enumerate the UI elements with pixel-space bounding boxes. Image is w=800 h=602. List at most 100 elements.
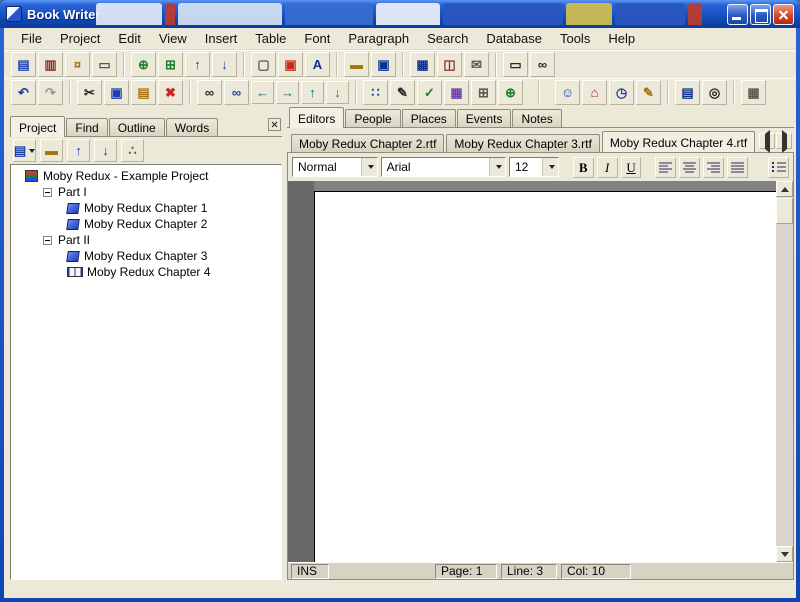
document-page[interactable] [314,191,776,562]
insert-chapter-button[interactable]: ⊕ [131,52,156,77]
organize-button[interactable]: ∴ [121,139,144,162]
copy-button[interactable]: ▣ [104,80,129,105]
tree-item-chapter-1[interactable]: Moby Redux Chapter 1 [11,200,281,216]
maximize-button[interactable] [750,4,771,25]
tab-words[interactable]: Words [166,118,218,136]
numbered-list-button[interactable] [768,157,789,178]
menu-view[interactable]: View [150,29,196,48]
doc-tab-chapter-3[interactable]: Moby Redux Chapter 3.rtf [446,134,599,152]
keyboard-macros-button[interactable]: ▦ [741,80,766,105]
open-file-button[interactable]: ▬ [344,52,369,77]
tab-editors[interactable]: Editors [289,107,344,128]
search-database-button[interactable]: ◎ [702,80,727,105]
goto-down-button[interactable]: ↓ [326,81,349,104]
print-preview-button[interactable]: ∞ [530,52,555,77]
menu-file[interactable]: File [12,29,51,48]
add-place-button[interactable]: ⌂ [582,80,607,105]
menu-table[interactable]: Table [246,29,295,48]
undo-button[interactable]: ↶ [11,80,36,105]
font-combo[interactable]: Arial [381,157,506,177]
tab-events[interactable]: Events [457,109,512,127]
character-styles-button[interactable]: A [305,52,330,77]
send-email-button[interactable]: ✉ [464,52,489,77]
fragments-button[interactable]: ∷ [363,80,388,105]
tab-places[interactable]: Places [402,109,456,127]
menu-search[interactable]: Search [418,29,477,48]
redo-button[interactable]: ↷ [38,80,63,105]
menu-font[interactable]: Font [295,29,339,48]
close-panel-button[interactable] [268,118,281,131]
align-justify-button[interactable] [727,157,748,178]
align-center-button[interactable] [679,157,700,178]
print-project-button[interactable]: ▭ [92,52,117,77]
package-project-button[interactable]: ◫ [437,52,462,77]
underline-button[interactable]: U [621,157,642,178]
title-bar[interactable]: Book Writer [0,0,800,28]
autocorrect-button[interactable]: ✎ [390,80,415,105]
minimize-button[interactable] [727,4,748,25]
insert-image-button[interactable]: ▦ [444,80,469,105]
scroll-down-button[interactable] [776,546,793,562]
tab-notes[interactable]: Notes [512,109,561,127]
tree-item-chapter-3[interactable]: Moby Redux Chapter 3 [11,248,281,264]
tree-item-part-2[interactable]: Part II [11,232,281,248]
add-note-button[interactable]: ✎ [636,80,661,105]
cut-button[interactable]: ✂ [77,80,102,105]
insert-table-button[interactable]: ⊞ [471,80,496,105]
expander-minus-icon[interactable] [43,188,52,197]
paste-button[interactable]: ▤ [131,80,156,105]
save-file-button[interactable]: ▣ [371,52,396,77]
print-button[interactable]: ▭ [503,52,528,77]
menu-edit[interactable]: Edit [109,29,149,48]
web-lookup-button[interactable]: ⊕ [498,80,523,105]
new-note-button[interactable]: ▣ [278,52,303,77]
project-accounts-button[interactable]: ¤ [65,52,90,77]
tab-project[interactable]: Project [10,116,65,137]
move-up-button[interactable]: ↑ [67,139,90,162]
spellcheck-button[interactable]: ✓ [417,80,442,105]
move-item-down-button[interactable]: ↓ [212,52,237,77]
tab-outline[interactable]: Outline [109,118,165,136]
find-next-button[interactable]: ∞ [224,80,249,105]
view-options-button[interactable]: ▤ [13,139,36,162]
tree-item-project-root[interactable]: Moby Redux - Example Project [11,168,281,184]
scroll-up-button[interactable] [776,181,793,197]
insert-part-button[interactable]: ⊞ [158,52,183,77]
new-document-button[interactable]: ▢ [251,52,276,77]
tree-item-chapter-2[interactable]: Moby Redux Chapter 2 [11,216,281,232]
database-view-button[interactable]: ▤ [675,80,700,105]
move-item-up-button[interactable]: ↑ [185,52,210,77]
menu-database[interactable]: Database [477,29,551,48]
delete-button[interactable]: ✖ [158,80,183,105]
open-project-folder-button[interactable]: ▬ [40,139,63,162]
align-left-button[interactable] [655,157,676,178]
italic-button[interactable]: I [597,157,618,178]
expander-minus-icon[interactable] [43,236,52,245]
editor-canvas[interactable] [288,181,793,562]
style-combo[interactable]: Normal [292,157,378,177]
menu-paragraph[interactable]: Paragraph [339,29,418,48]
bold-button[interactable]: B [573,157,594,178]
tree-item-part-1[interactable]: Part I [11,184,281,200]
move-down-button[interactable]: ↓ [94,139,117,162]
style-combo-drop[interactable] [361,158,377,176]
tab-find[interactable]: Find [66,118,107,136]
menu-tools[interactable]: Tools [551,29,599,48]
add-event-button[interactable]: ◷ [609,80,634,105]
save-all-button[interactable]: ▦ [410,52,435,77]
tab-people[interactable]: People [345,109,400,127]
scroll-tabs-right-button[interactable] [776,133,792,149]
menu-help[interactable]: Help [599,29,644,48]
align-right-button[interactable] [703,157,724,178]
font-combo-drop[interactable] [489,158,505,176]
goto-up-button[interactable]: ↑ [301,81,324,104]
tree-item-chapter-4[interactable]: Moby Redux Chapter 4 [11,264,281,280]
menu-insert[interactable]: Insert [196,29,247,48]
vertical-scrollbar[interactable] [776,181,793,562]
size-combo-drop[interactable] [542,158,558,176]
find-button[interactable]: ∞ [197,80,222,105]
doc-tab-chapter-2[interactable]: Moby Redux Chapter 2.rtf [291,134,444,152]
doc-tab-chapter-4[interactable]: Moby Redux Chapter 4.rtf [602,131,755,152]
goto-previous-button[interactable]: ← [251,81,274,104]
scrollbar-thumb[interactable] [776,198,793,224]
